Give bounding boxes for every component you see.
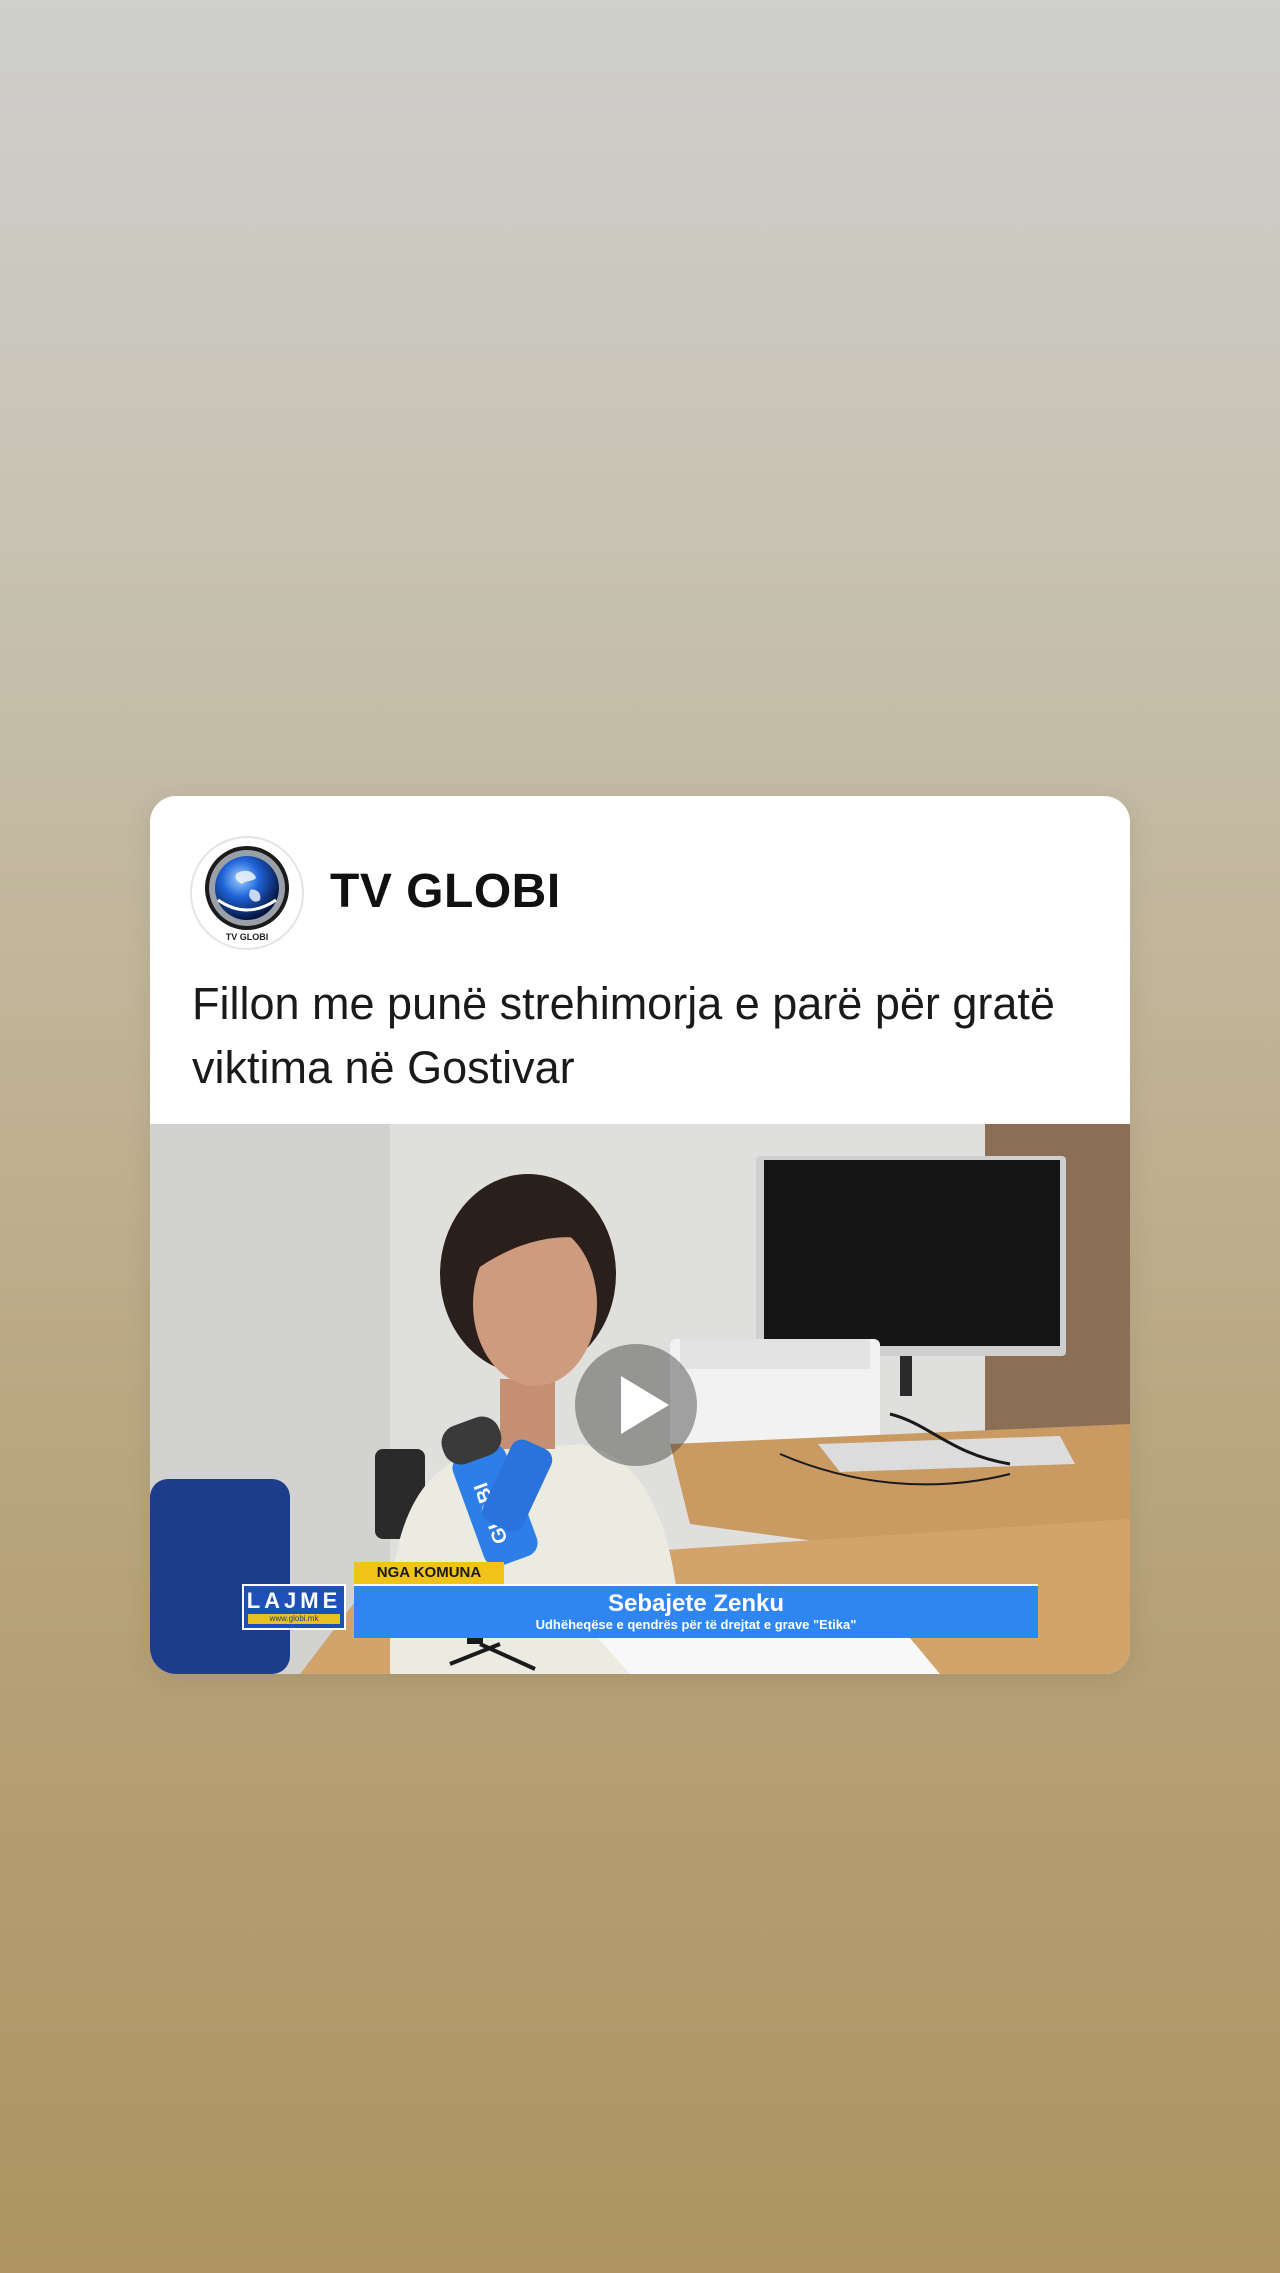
guest-name: Sebajete Zenku [607,1590,785,1617]
play-button[interactable] [575,1344,697,1466]
video-player[interactable]: GLOBI NGA KOMUNA LAJME www.globi.mk Seba… [150,1124,1130,1674]
post-title[interactable]: Fillon me punë strehimorja e parë për gr… [192,972,1092,1100]
channel-avatar[interactable]: TV GLOBI [190,836,304,950]
avatar-label: TV GLOBI [226,932,269,942]
post-card[interactable]: TV GLOBI TV GLOBI Fillon me punë strehim… [150,796,1130,1674]
category-tag: NGA KOMUNA [354,1562,504,1584]
guest-role: Udhëheqëse e qendrës për të drejtat e gr… [535,1617,857,1632]
globe-logo-icon: TV GLOBI [205,846,289,942]
channel-name[interactable]: TV GLOBI [330,864,561,919]
brand-label: LAJME [246,1588,342,1613]
brand-url: www.globi.mk [248,1614,340,1624]
lower-third: Sebajete Zenku Udhëheqëse e qendrës për … [354,1584,1038,1638]
post-header: TV GLOBI TV GLOBI Fillon me punë strehim… [150,796,1130,1124]
play-icon [621,1376,669,1434]
brand-badge: LAJME www.globi.mk [242,1584,346,1630]
